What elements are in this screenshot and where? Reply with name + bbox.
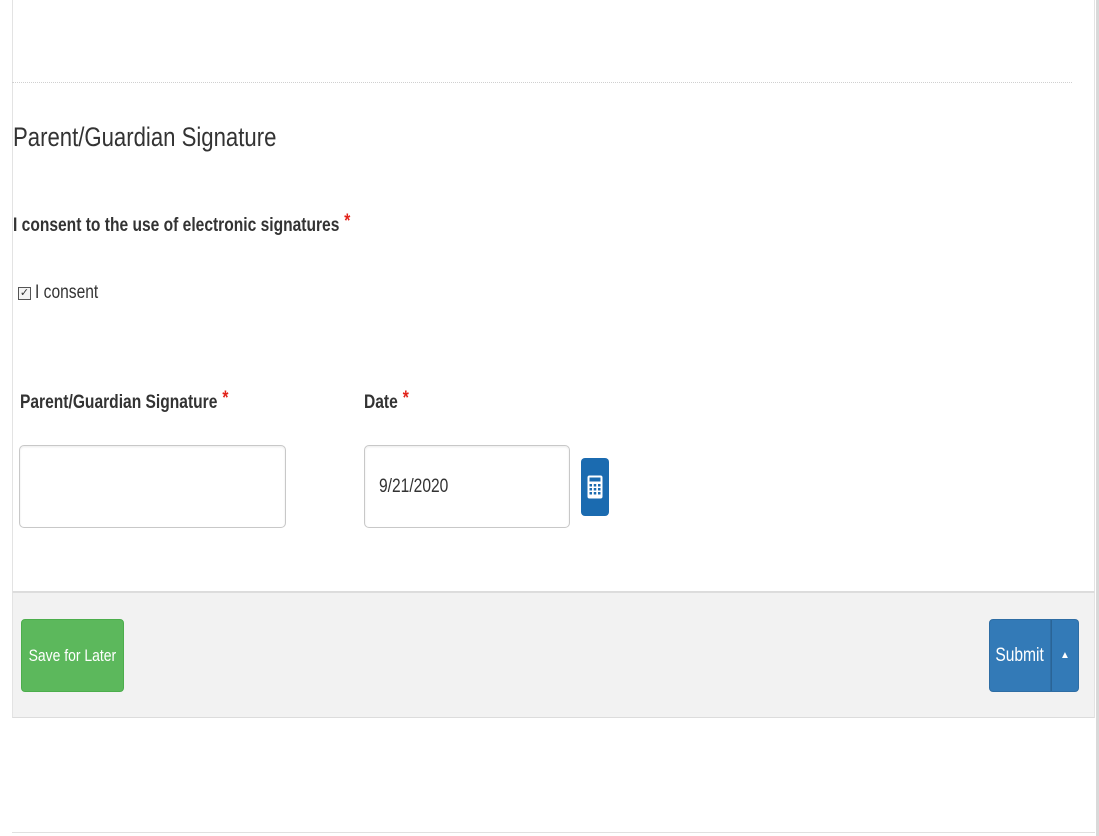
calendar-button[interactable] [581, 458, 609, 516]
consent-question-text: I consent to the use of electronic signa… [13, 215, 340, 236]
date-label-text: Date [364, 392, 398, 413]
consent-checkbox[interactable]: ✓ [18, 286, 31, 300]
required-marker: * [344, 211, 351, 232]
consent-question: I consent to the use of electronic signa… [13, 211, 350, 237]
form-footer: Save for Later Submit ▲ [12, 592, 1095, 718]
consent-option[interactable]: ✓ I consent [18, 282, 112, 304]
save-for-later-label: Save for Later [28, 645, 117, 665]
section-title: Parent/Guardian Signature [13, 122, 277, 152]
submit-button[interactable]: Submit [989, 619, 1051, 692]
submit-menu-toggle[interactable]: ▲ [1051, 619, 1079, 692]
submit-label: Submit [995, 644, 1045, 666]
caret-up-icon: ▲ [1060, 650, 1070, 661]
required-marker: * [222, 388, 229, 409]
consent-option-label[interactable]: I consent [35, 282, 98, 304]
submit-button-group: Submit ▲ [989, 619, 1079, 692]
page-bottom-border [12, 832, 1095, 833]
signature-label-text: Parent/Guardian Signature [20, 392, 218, 413]
signature-label: Parent/Guardian Signature * [20, 388, 228, 414]
signature-input[interactable] [19, 445, 286, 528]
date-input[interactable]: 9/21/2020 [364, 445, 570, 528]
date-input-value: 9/21/2020 [379, 476, 449, 497]
date-label: Date * [364, 388, 409, 414]
form-page: Parent/Guardian Signature I consent to t… [0, 0, 1099, 836]
section-divider [12, 82, 1072, 83]
calendar-icon [587, 475, 603, 499]
required-marker: * [402, 388, 409, 409]
save-for-later-button[interactable]: Save for Later [21, 619, 124, 692]
